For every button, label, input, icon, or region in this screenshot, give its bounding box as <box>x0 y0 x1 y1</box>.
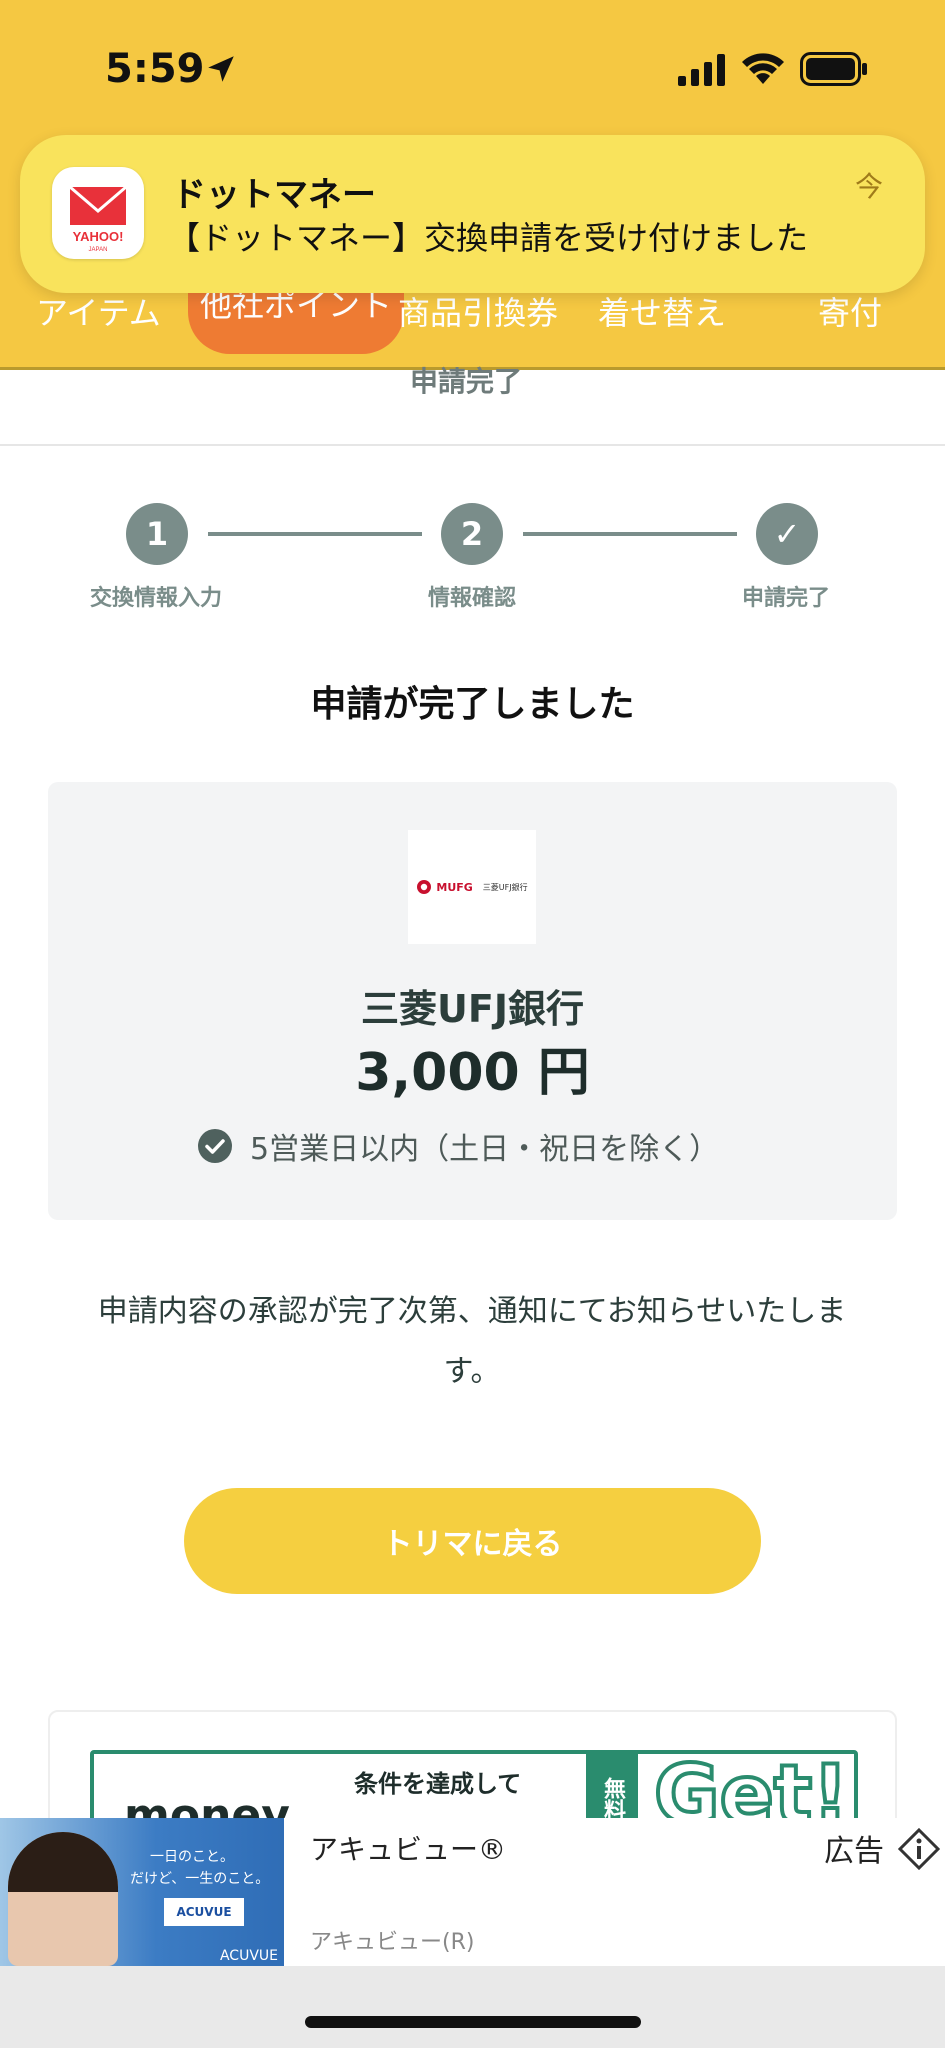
ad-model-image <box>8 1832 118 1966</box>
processing-time-text: 5営業日以内（土日・祝日を除く） <box>250 1132 720 1167</box>
step-3-label: 申請完了 <box>742 586 831 611</box>
completion-heading: 申請が完了しました <box>310 684 635 725</box>
battery-icon <box>800 52 867 86</box>
ad-subtitle: アキュビュー(R) <box>310 1930 475 1955</box>
wifi-icon <box>742 53 784 84</box>
location-arrow-icon <box>208 56 234 82</box>
ad-image-copy-2: だけど、一生のこと。 <box>130 1871 270 1887</box>
step-connector <box>208 532 422 536</box>
divider <box>0 444 945 446</box>
tab-themes[interactable]: 着せ替え <box>598 288 726 334</box>
notification-time: 今 <box>854 170 883 203</box>
mufg-mark-icon <box>417 880 432 894</box>
processing-time: 5営業日以内（土日・祝日を除く） <box>198 1124 719 1168</box>
page-subtitle: 申請完了 <box>410 365 523 398</box>
bank-logo-subtext: 三菱UFJ銀行 <box>482 882 528 892</box>
tab-item[interactable]: アイテム <box>36 288 161 334</box>
step-1-label: 交換情報入力 <box>90 586 223 611</box>
ad-product-box: ACUVUE <box>164 1898 244 1926</box>
step-connector <box>523 532 737 536</box>
bank-name: 三菱UFJ銀行 <box>361 987 584 1031</box>
home-indicator-area <box>0 1966 945 2048</box>
ad-banner[interactable]: 一日のこと。 だけど、一生のこと。 ACUVUE ACUVUE アキュビュー® … <box>0 1818 945 1966</box>
yahoo-logo-subtext: JAPAN <box>89 247 108 253</box>
bank-logo-text: MUFG <box>436 880 473 894</box>
ad-image-copy-1: 一日のこと。 <box>150 1849 234 1865</box>
app-header: 5:59 アイテム 他社ポイント 商品引換券 着せ替え 寄付 YAHOO! JA… <box>0 0 945 370</box>
step-3-check-icon: ✓ <box>756 503 818 565</box>
promo-condition: 条件を達成して <box>354 1770 522 1798</box>
notification-title: ドットマネー <box>172 175 376 215</box>
home-indicator[interactable] <box>305 2016 641 2028</box>
push-notification[interactable]: YAHOO! JAPAN ドットマネー 【ドットマネー】交換申請を受け付けました… <box>20 135 925 293</box>
notice-text: 申請内容の承認が完了次第、通知にてお知らせいたします。 <box>97 1294 847 1389</box>
exchange-amount: 3,000 円 <box>355 1043 590 1103</box>
yahoo-mail-app-icon: YAHOO! JAPAN <box>52 167 144 259</box>
status-bar: 5:59 <box>0 0 945 140</box>
tab-gift-vouchers[interactable]: 商品引換券 <box>398 288 558 334</box>
ad-label: 広告 <box>824 1834 884 1869</box>
step-1-circle: 1 <box>126 503 188 565</box>
yahoo-logo-text: YAHOO! <box>73 229 124 244</box>
step-2-circle: 2 <box>441 503 503 565</box>
notification-message: 【ドットマネー】交換申請を受け付けました <box>168 219 809 257</box>
ad-image-brand: ACUVUE <box>219 1948 278 1964</box>
cellular-signal-icon <box>678 54 725 86</box>
exchange-summary-card: MUFG 三菱UFJ銀行 三菱UFJ銀行 3,000 円 5営業日以内（土日・祝… <box>48 782 897 1220</box>
bank-logo: MUFG 三菱UFJ銀行 <box>408 830 536 944</box>
ad-image[interactable]: 一日のこと。 だけど、一生のこと。 ACUVUE ACUVUE <box>0 1818 284 1966</box>
ad-title[interactable]: アキュビュー® <box>310 1828 506 1868</box>
back-to-torima-button[interactable]: トリマに戻る <box>184 1488 761 1594</box>
ad-info-icon[interactable] <box>898 1828 940 1870</box>
tab-donation[interactable]: 寄付 <box>818 288 882 334</box>
status-time: 5:59 <box>105 46 205 92</box>
check-circle-icon <box>198 1129 232 1163</box>
mail-envelope-icon: YAHOO! JAPAN <box>69 185 127 253</box>
page: 5:59 アイテム 他社ポイント 商品引換券 着せ替え 寄付 YAHOO! JA… <box>0 0 945 2048</box>
ad-model-hair <box>8 1832 118 1892</box>
step-2-label: 情報確認 <box>428 586 517 611</box>
